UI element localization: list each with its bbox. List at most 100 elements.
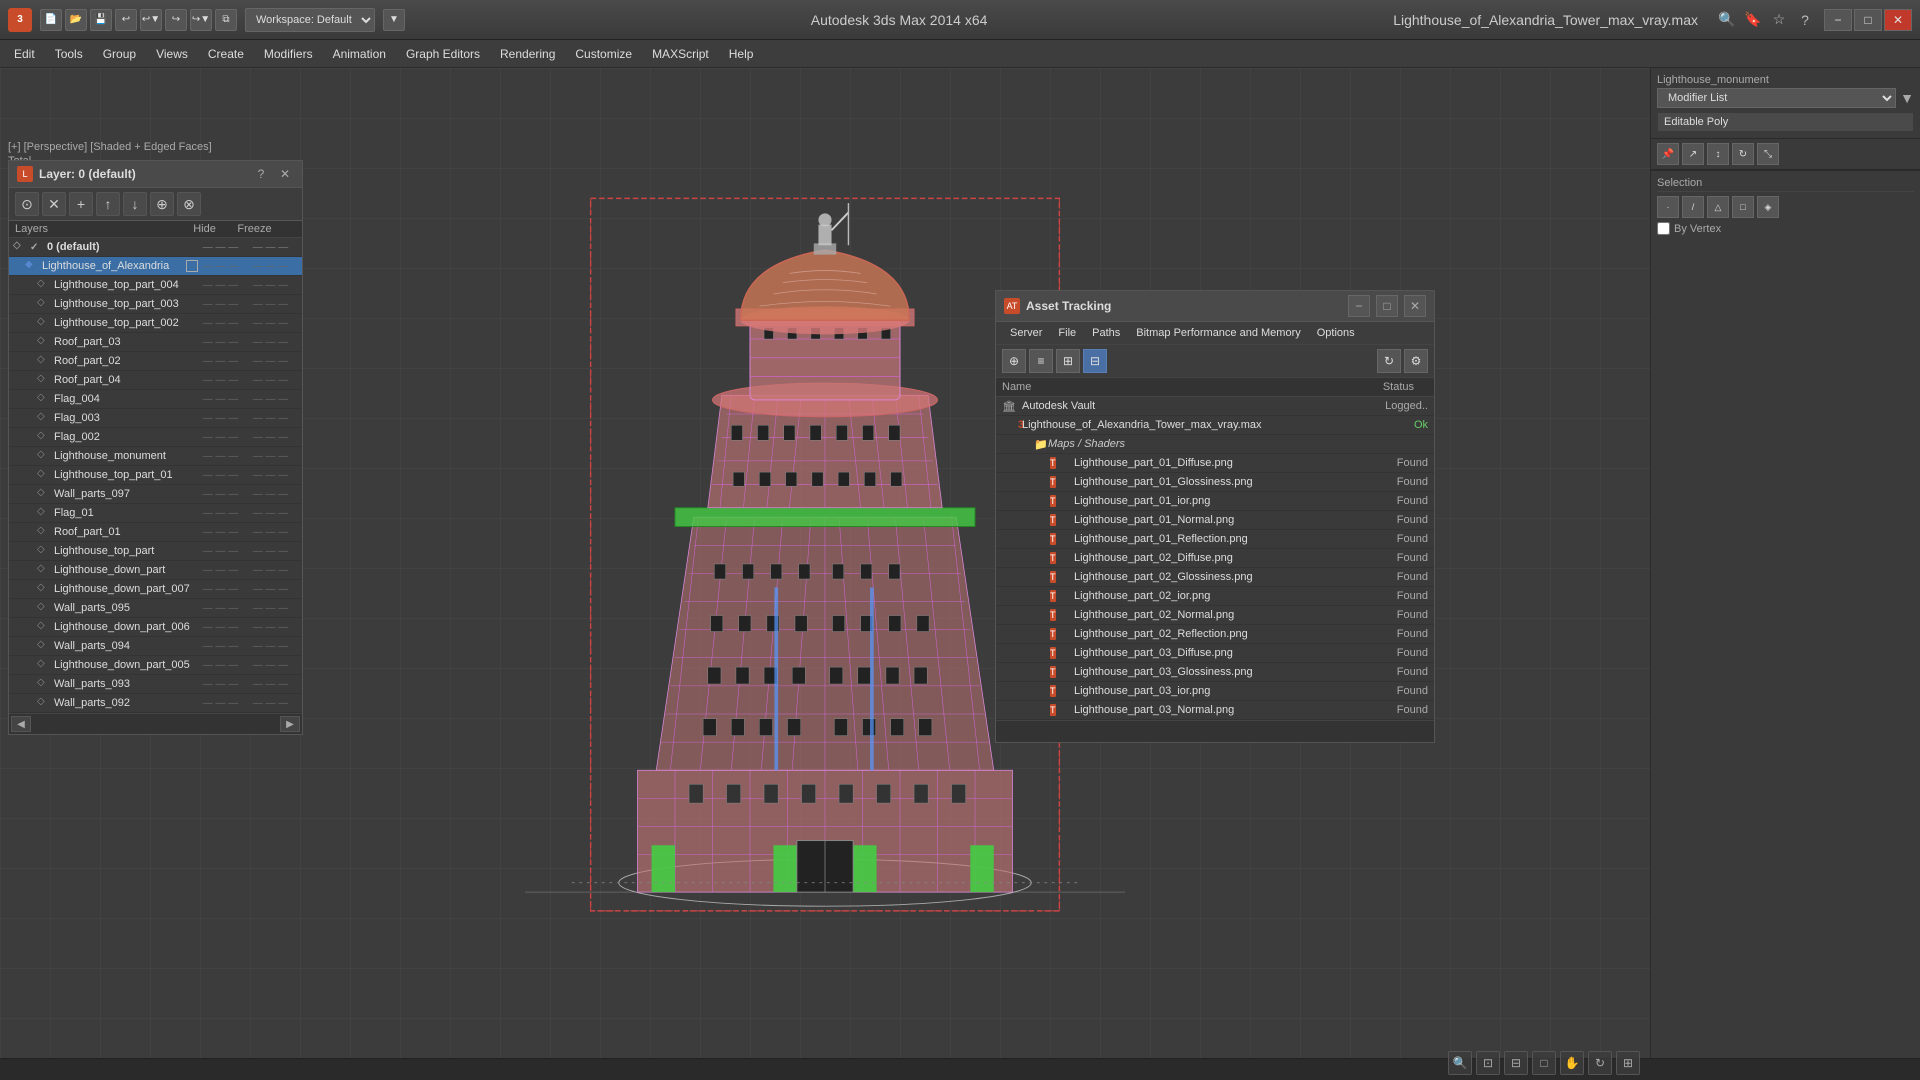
menu-create[interactable]: Create xyxy=(198,43,254,65)
menu-help[interactable]: Help xyxy=(719,43,764,65)
menu-maxscript[interactable]: MAXScript xyxy=(642,43,719,65)
save-btn[interactable]: 💾 xyxy=(90,9,112,31)
rp-select-btn[interactable]: ↗ xyxy=(1682,143,1704,165)
modifier-list-select[interactable]: Modifier List xyxy=(1657,88,1896,108)
menu-group[interactable]: Group xyxy=(93,43,146,65)
at-table-row[interactable]: T Lighthouse_part_02_Diffuse.png Found xyxy=(996,549,1434,568)
menu-animation[interactable]: Animation xyxy=(323,43,396,65)
zoom-extents-btn[interactable]: □ xyxy=(1532,1051,1556,1075)
at-tb-refresh-btn[interactable]: ↻ xyxy=(1377,349,1401,373)
menu-tools[interactable]: Tools xyxy=(45,43,93,65)
at-table-row[interactable]: T Lighthouse_part_01_Glossiness.png Foun… xyxy=(996,473,1434,492)
maximize-btn[interactable]: □ xyxy=(1854,9,1882,31)
at-menu-bitmap[interactable]: Bitmap Performance and Memory xyxy=(1128,325,1308,341)
layer-tb-btn-0[interactable]: ⊙ xyxy=(15,192,39,216)
at-close-btn[interactable]: ✕ xyxy=(1404,295,1426,317)
menu-views[interactable]: Views xyxy=(146,43,198,65)
editable-poly-item[interactable]: Editable Poly xyxy=(1657,112,1914,132)
layer-panel-header[interactable]: L Layer: 0 (default) ? ✕ xyxy=(9,161,302,188)
at-header[interactable]: AT Asset Tracking − □ ✕ xyxy=(996,291,1434,322)
layer-list-item[interactable]: ◇ Lighthouse_top_part_002 — — — — — — xyxy=(9,314,302,333)
layer-nav-right-btn[interactable]: ▶ xyxy=(280,716,300,732)
at-table-row[interactable]: T Lighthouse_part_02_Normal.png Found xyxy=(996,606,1434,625)
at-table-row[interactable]: T Lighthouse_part_01_Reflection.png Foun… xyxy=(996,530,1434,549)
close-btn[interactable]: ✕ xyxy=(1884,9,1912,31)
rp-move-btn[interactable]: ↕ xyxy=(1707,143,1729,165)
search-icon[interactable]: 🔍 xyxy=(1716,9,1738,31)
at-tb-btn-0[interactable]: ⊕ xyxy=(1002,349,1026,373)
at-table-row[interactable]: T Lighthouse_part_03_Glossiness.png Foun… xyxy=(996,663,1434,682)
layer-tb-btn-1[interactable]: ✕ xyxy=(42,192,66,216)
undo-btn[interactable]: ↩ xyxy=(115,9,137,31)
modifier-list-dropdown-icon[interactable]: ▼ xyxy=(1900,90,1914,106)
layer-list-item[interactable]: ◇ ✓ 0 (default) — — — — — — xyxy=(9,238,302,257)
workspace-settings-btn[interactable]: ▼ xyxy=(383,9,405,31)
sel-poly-btn[interactable]: □ xyxy=(1732,196,1754,218)
layer-panel-close-btn[interactable]: ✕ xyxy=(276,165,294,183)
layer-list-item[interactable]: ◇ Flag_002 — — — — — — xyxy=(9,428,302,447)
sel-vertex-btn[interactable]: · xyxy=(1657,196,1679,218)
at-table-row[interactable]: T Lighthouse_part_01_Diffuse.png Found xyxy=(996,454,1434,473)
at-tb-btn-1[interactable]: ≡ xyxy=(1029,349,1053,373)
at-table-row[interactable]: T Lighthouse_part_01_ior.png Found xyxy=(996,492,1434,511)
layer-nav-left-btn[interactable]: ◀ xyxy=(11,716,31,732)
zoom-btn[interactable]: 🔍 xyxy=(1448,1051,1472,1075)
layer-list-item[interactable]: ◇ Flag_004 — — — — — — xyxy=(9,390,302,409)
menu-edit[interactable]: Edit xyxy=(4,43,45,65)
at-table-row[interactable]: 3 Lighthouse_of_Alexandria_Tower_max_vra… xyxy=(996,416,1434,435)
layer-panel-help-btn[interactable]: ? xyxy=(252,165,270,183)
menu-rendering[interactable]: Rendering xyxy=(490,43,565,65)
menu-graph-editors[interactable]: Graph Editors xyxy=(396,43,490,65)
layer-list-item[interactable]: ◇ Lighthouse_top_part_003 — — — — — — xyxy=(9,295,302,314)
zoom-all-btn[interactable]: ⊡ xyxy=(1476,1051,1500,1075)
at-maximize-btn[interactable]: □ xyxy=(1376,295,1398,317)
at-table-row[interactable]: T Lighthouse_part_03_Diffuse.png Found xyxy=(996,644,1434,663)
layer-list-item[interactable]: ◇ Lighthouse_down_part_005 — — — — — — xyxy=(9,656,302,675)
layer-list-item[interactable]: ◇ Roof_part_02 — — — — — — xyxy=(9,352,302,371)
at-table-row[interactable]: 📁 Maps / Shaders xyxy=(996,435,1434,454)
minimize-btn[interactable]: − xyxy=(1824,9,1852,31)
menu-customize[interactable]: Customize xyxy=(565,43,642,65)
rp-rotate-btn[interactable]: ↻ xyxy=(1732,143,1754,165)
star-icon[interactable]: ☆ xyxy=(1768,9,1790,31)
pan-btn[interactable]: ✋ xyxy=(1560,1051,1584,1075)
layer-list-item[interactable]: ◇ Lighthouse_monument — — — — — — xyxy=(9,447,302,466)
layer-tb-btn-5[interactable]: ⊕ xyxy=(150,192,174,216)
rp-scale-btn[interactable]: ⤡ xyxy=(1757,143,1779,165)
layer-list-item[interactable]: ◇ Lighthouse_down_part — — — — — — xyxy=(9,561,302,580)
at-table-row[interactable]: T Lighthouse_part_02_Reflection.png Foun… xyxy=(996,625,1434,644)
at-table-row[interactable]: T Lighthouse_part_03_ior.png Found xyxy=(996,682,1434,701)
layer-list-item[interactable]: ◇ Lighthouse_top_part — — — — — — xyxy=(9,542,302,561)
at-table-row[interactable]: T Lighthouse_part_01_Normal.png Found xyxy=(996,511,1434,530)
at-table-row[interactable]: T Lighthouse_part_02_Glossiness.png Foun… xyxy=(996,568,1434,587)
layer-list-item[interactable]: ◇ Wall_parts_093 — — — — — — xyxy=(9,675,302,694)
at-table-row[interactable]: 🏛 Autodesk Vault Logged.. xyxy=(996,397,1434,416)
at-menu-file[interactable]: File xyxy=(1050,325,1084,341)
layer-tb-btn-2[interactable]: + xyxy=(69,192,93,216)
layer-list-item[interactable]: ◇ Lighthouse_down_part_006 — — — — — — xyxy=(9,618,302,637)
new-btn[interactable]: 📄 xyxy=(40,9,62,31)
layer-list-item[interactable]: ◇ Flag_003 — — — — — — xyxy=(9,409,302,428)
menu-modifiers[interactable]: Modifiers xyxy=(254,43,323,65)
rp-pin-btn[interactable]: 📌 xyxy=(1657,143,1679,165)
at-menu-options[interactable]: Options xyxy=(1309,325,1363,341)
copy-btn[interactable]: ⧉ xyxy=(215,9,237,31)
redo-history-btn[interactable]: ↪▼ xyxy=(190,9,212,31)
layer-list-item[interactable]: ◇ Wall_parts_095 — — — — — — xyxy=(9,599,302,618)
layer-list-item[interactable]: ◇ Roof_part_03 — — — — — — xyxy=(9,333,302,352)
at-menu-paths[interactable]: Paths xyxy=(1084,325,1128,341)
help-icon[interactable]: ? xyxy=(1794,9,1816,31)
layer-list-item[interactable]: ◇ Lighthouse_top_part_01 — — — — — — xyxy=(9,466,302,485)
at-tb-btn-3[interactable]: ⊟ xyxy=(1083,349,1107,373)
sel-element-btn[interactable]: ◈ xyxy=(1757,196,1779,218)
undo-history-btn[interactable]: ↩▼ xyxy=(140,9,162,31)
layer-list-item[interactable]: ◇ Wall_parts_092 — — — — — — xyxy=(9,694,302,713)
orbit-btn[interactable]: ↻ xyxy=(1588,1051,1612,1075)
layer-tb-btn-6[interactable]: ⊗ xyxy=(177,192,201,216)
layer-tb-btn-3[interactable]: ↑ xyxy=(96,192,120,216)
sel-border-btn[interactable]: △ xyxy=(1707,196,1729,218)
at-table-row[interactable]: T Lighthouse_part_02_ior.png Found xyxy=(996,587,1434,606)
at-tb-btn-2[interactable]: ⊞ xyxy=(1056,349,1080,373)
at-minimize-btn[interactable]: − xyxy=(1348,295,1370,317)
layer-list-item[interactable]: ◇ Flag_01 — — — — — — xyxy=(9,504,302,523)
